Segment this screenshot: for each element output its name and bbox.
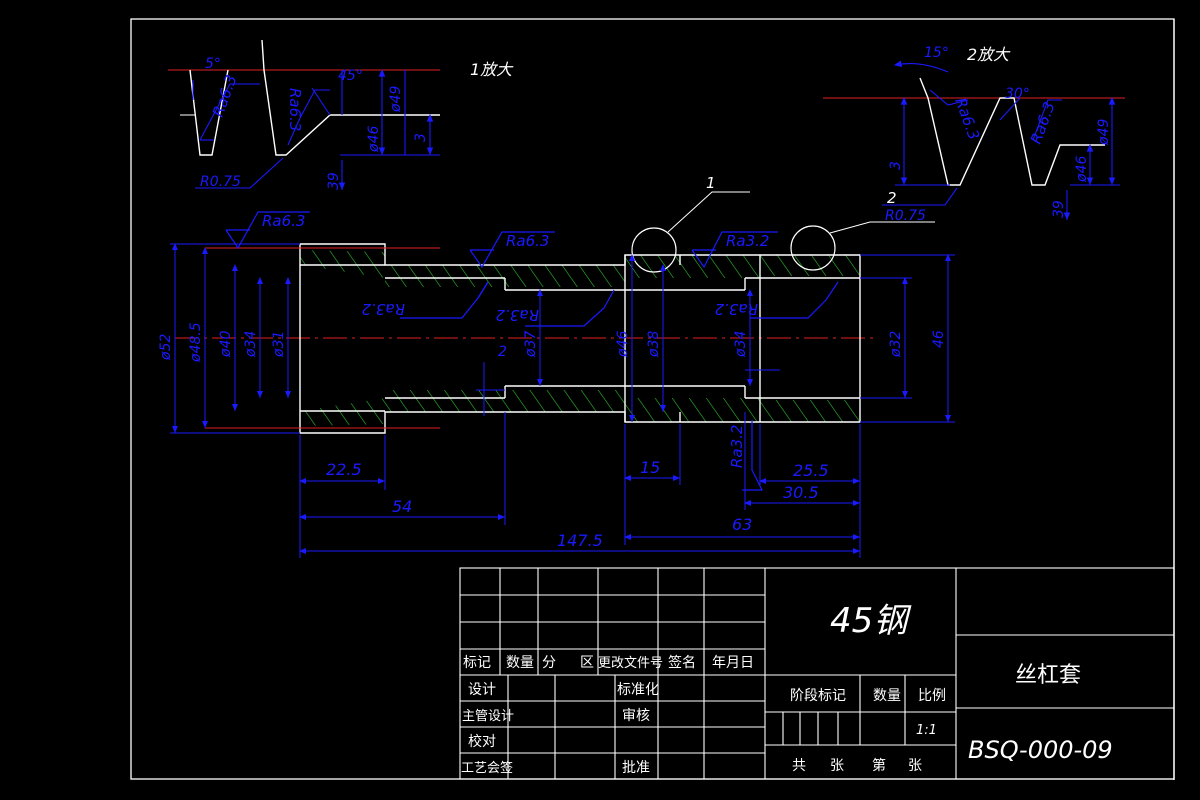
main-view: 1 2 Ra6.3 Ra6.3 Ra3.2 Ra3.2 Ra3.2 Ra3.2 … xyxy=(158,174,955,558)
d2-dia-46: ø46 xyxy=(1074,156,1090,183)
hdr-date: 年月日 xyxy=(712,655,754,671)
sheet-total: 共 xyxy=(792,758,806,774)
d2-angle-15: 15° xyxy=(924,45,949,61)
title-block-text: 45钢 丝杠套 BSQ-000-09 标记 数量 分 区 更改文件号 签名 年月… xyxy=(461,601,1113,776)
sheet-no: 第 xyxy=(872,757,886,774)
row-design: 设计 xyxy=(468,682,496,698)
len-30-5-label: 30.5 xyxy=(783,483,819,502)
dia-31-label: ø31 xyxy=(271,331,287,358)
d2-radius: R0.75 xyxy=(885,208,926,224)
callout-1-label: 1 xyxy=(706,174,716,192)
ra-top-left: Ra6.3 xyxy=(262,212,305,230)
row-chief: 主管设计 xyxy=(462,709,514,724)
d1-dim-39: 39 xyxy=(326,172,342,190)
ra-top-right: Ra3.2 xyxy=(726,232,769,250)
hdr-zone-qu: 区 xyxy=(580,655,594,671)
dia-48-5-label: ø48.5 xyxy=(188,322,204,363)
dia-37-label: ø37 xyxy=(523,331,539,358)
d1-dia-46: ø46 xyxy=(366,126,382,153)
d2-dia-49: ø49 xyxy=(1096,119,1112,146)
dia-46-label: ø46 xyxy=(615,331,631,358)
d2-ra-right: Ra6.3 xyxy=(1027,99,1059,146)
len-54-label: 54 xyxy=(392,497,412,516)
sheet-zhang-1: 张 xyxy=(830,758,844,774)
d1-dim-3: 3 xyxy=(413,133,429,142)
len-25-5-label: 25.5 xyxy=(793,461,829,480)
d1-ra-right: Ra6.3 xyxy=(286,88,304,131)
dia-52-label: ø52 xyxy=(158,334,174,361)
ra-inner-left: Ra3.2 xyxy=(362,300,405,318)
len-22-5-label: 22.5 xyxy=(326,460,362,479)
d2-dim-3: 3 xyxy=(888,161,904,170)
hdr-sign: 签名 xyxy=(668,654,696,671)
sheet-zhang-2: 张 xyxy=(908,758,922,774)
detail-2-title: 2放大 xyxy=(967,45,1011,64)
d1-radius: R0.75 xyxy=(200,174,241,190)
callout-2-label: 2 xyxy=(887,189,897,207)
dim-46-label: 46 xyxy=(931,330,947,348)
hdr-change-doc: 更改文件号 xyxy=(598,656,663,671)
ra-bottom: Ra3.2 xyxy=(728,425,746,468)
scale-label: 比例 xyxy=(918,688,946,704)
len-147-5-label: 147.5 xyxy=(557,531,603,550)
ra-inner-mid: Ra3.2 xyxy=(496,306,539,324)
len-15-label: 15 xyxy=(640,458,660,477)
d2-angle-30: 30° xyxy=(1005,86,1030,102)
dia-40-label: ø40 xyxy=(218,331,234,358)
dia-38-label: ø38 xyxy=(646,331,662,358)
d1-ra-left: Ra6.3 xyxy=(209,72,241,119)
d2-ra-left: Ra6.3 xyxy=(951,95,983,142)
ra-inner-right: Ra3.2 xyxy=(715,300,758,318)
row-check: 校对 xyxy=(468,733,496,750)
d2-dim-39: 39 xyxy=(1051,200,1067,218)
d1-angle-45: 45° xyxy=(338,68,363,84)
row-review: 审核 xyxy=(622,708,650,724)
ra-top-mid: Ra6.3 xyxy=(506,232,549,250)
row-approve: 批准 xyxy=(622,760,650,776)
len-63-label: 63 xyxy=(732,515,752,534)
stage-mark: 阶段标记 xyxy=(790,688,846,704)
hdr-mark: 标记 xyxy=(463,655,491,671)
scale-value: 1:1 xyxy=(916,723,937,738)
dia-34-left-label: ø34 xyxy=(243,331,259,358)
drawing-canvas: 1 2 Ra6.3 Ra6.3 Ra3.2 Ra3.2 Ra3.2 Ra3.2 … xyxy=(130,18,1175,780)
callout-1-leader xyxy=(667,191,750,233)
weight-label: 数量 xyxy=(873,688,901,704)
drawing-number: BSQ-000-09 xyxy=(968,736,1113,764)
row-standard: 标准化 xyxy=(617,682,659,698)
part-name: 丝杠套 xyxy=(1015,663,1081,688)
d1-dia-49: ø49 xyxy=(388,86,404,113)
hdr-qty: 数量 xyxy=(506,655,534,671)
dia-32-label: ø32 xyxy=(888,331,904,358)
detail-1-view: 5° 45° Ra6.3 Ra6.3 ø49 ø46 3 39 R0.75 1放… xyxy=(168,39,514,190)
dia-34-right-label: ø34 xyxy=(733,331,749,358)
d1-angle-5: 5° xyxy=(205,56,221,72)
hdr-zone-fen: 分 xyxy=(542,655,556,671)
material-label: 45钢 xyxy=(830,601,912,641)
detail-1-title: 1放大 xyxy=(470,60,514,79)
row-process: 工艺会签 xyxy=(461,760,513,776)
detail-2-view: 15° 30° Ra6.3 Ra6.3 ø49 ø46 3 39 R0.75 2… xyxy=(823,45,1125,224)
dim-2-label: 2 xyxy=(498,344,507,360)
